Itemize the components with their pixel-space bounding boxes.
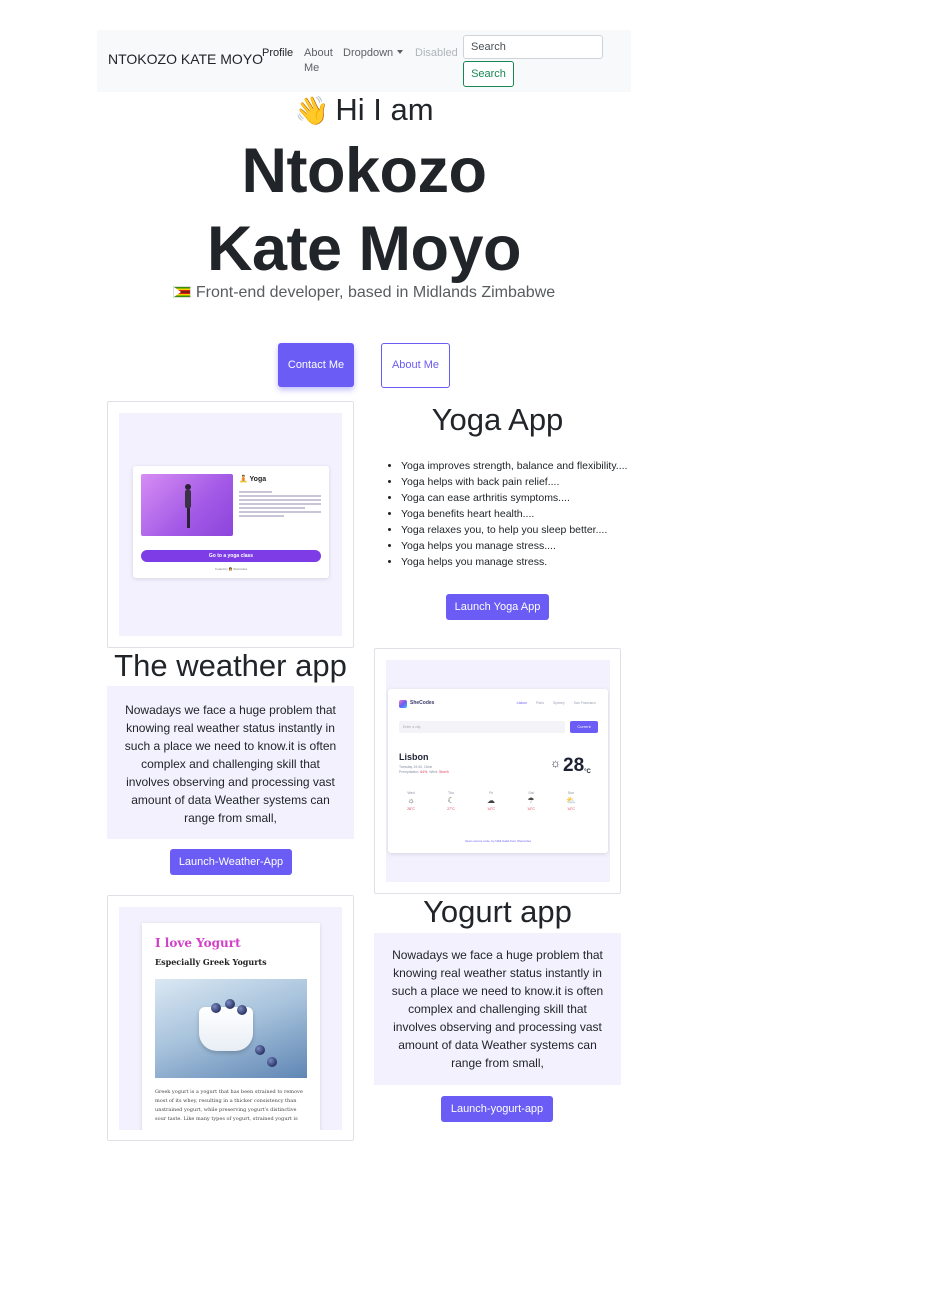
navbar-brand[interactable]: NTOKOZO KATE MOYO bbox=[108, 51, 263, 67]
weather-app-description: Nowadays we face a huge problem that kno… bbox=[107, 686, 354, 839]
forecast-day: Wed ☼ 28°C bbox=[399, 791, 423, 811]
nav-dropdown-label: Dropdown bbox=[343, 47, 394, 59]
navbar: NTOKOZO KATE MOYO Profile About Me Dropd… bbox=[97, 30, 631, 92]
city-link: Lisbon bbox=[516, 701, 527, 705]
weather-app-title: The weather app bbox=[114, 648, 347, 683]
tagline-text: Front-end developer, based in Midlands Z… bbox=[195, 284, 556, 301]
weather-preview-meta: Tuesday 19:40, Clear Precipitation: 64%,… bbox=[399, 765, 449, 775]
blueberry-icon bbox=[237, 1005, 247, 1015]
forecast-icon: ⛅ bbox=[566, 796, 576, 805]
blueberry-icon bbox=[267, 1057, 277, 1067]
forecast-day: Thu ☾ 27°C bbox=[439, 791, 463, 811]
list-item: Yoga improves strength, balance and flex… bbox=[401, 458, 641, 474]
yogurt-preview-text: Greek yogurt is a yogurt that has been s… bbox=[155, 1089, 303, 1122]
shecodes-logo-icon bbox=[399, 700, 407, 708]
zimbabwe-flag-icon bbox=[172, 286, 191, 298]
yoga-benefits-list: Yoga improves strength, balance and flex… bbox=[384, 458, 641, 570]
list-item: Yoga helps with back pain relief.... bbox=[401, 474, 641, 490]
list-item: Yoga can ease arthritis symptoms.... bbox=[401, 490, 641, 506]
yoga-preview-title: 🧘 Yoga bbox=[239, 476, 267, 483]
yoga-preview-text-lines bbox=[239, 491, 321, 519]
greeting-heading: 👋 Hi I am bbox=[0, 92, 728, 128]
tagline: Front-end developer, based in Midlands Z… bbox=[0, 284, 728, 302]
nav-link-profile[interactable]: Profile bbox=[262, 46, 293, 61]
forecast-day: Fri ☁ 14°C bbox=[479, 791, 503, 811]
yoga-preview-cta: Go to a yoga class bbox=[141, 550, 321, 562]
list-item: Yoga helps you manage stress. bbox=[401, 554, 641, 570]
sun-icon: ☼ bbox=[550, 756, 561, 770]
blueberry-icon bbox=[255, 1045, 265, 1055]
yoga-app-title: Yoga App bbox=[431, 402, 564, 437]
greeting-text: Hi I am bbox=[335, 92, 434, 127]
forecast-icon: ☾ bbox=[447, 796, 455, 805]
forecast-icon: ☼ bbox=[407, 796, 415, 805]
launch-yoga-app-button[interactable]: Launch Yoga App bbox=[446, 594, 549, 620]
weather-preview-search: Enter a city bbox=[399, 721, 565, 733]
waving-hand-icon: 👋 bbox=[294, 95, 330, 126]
city-link: San Francisco bbox=[573, 701, 596, 705]
yogurt-preview-title: I love Yogurt bbox=[155, 936, 241, 950]
forecast-day: Sun ⛅ 14°C bbox=[559, 791, 583, 811]
list-item: Yoga benefits heart health.... bbox=[401, 506, 641, 522]
nav-link-about-me[interactable]: About Me bbox=[304, 46, 344, 76]
weather-preview-conditions: Precipitation: 64%, Wind: 5km/h bbox=[399, 770, 449, 774]
forecast-icon: ☁ bbox=[487, 796, 495, 805]
yoga-app-preview-card[interactable]: 🧘 Yoga Go to a yoga class Coded by 👩 She… bbox=[107, 401, 354, 648]
city-link: Sydney bbox=[552, 701, 565, 705]
search-button[interactable]: Search bbox=[463, 61, 514, 87]
list-item: Yoga helps you manage stress.... bbox=[401, 538, 641, 554]
weather-preview-panel: SheCodes Lisbon Paris Sydney San Francis… bbox=[388, 689, 608, 853]
about-me-button[interactable]: About Me bbox=[381, 343, 450, 388]
contact-me-button[interactable]: Contact Me bbox=[278, 343, 354, 387]
yogurt-preview-subtitle: Especially Greek Yogurts bbox=[155, 957, 267, 967]
forecast-icon: ☂ bbox=[527, 796, 535, 805]
nav-dropdown-toggle[interactable]: Dropdown bbox=[343, 46, 404, 61]
weather-preview-current-button: Current bbox=[570, 721, 598, 733]
weather-preview-city: Lisbon bbox=[399, 752, 429, 762]
yoga-preview-panel: 🧘 Yoga Go to a yoga class Coded by 👩 She… bbox=[133, 466, 329, 578]
hero-name: Ntokozo Kate Moyo bbox=[206, 136, 522, 284]
yogurt-app-preview-card[interactable]: I love Yogurt Especially Greek Yogurts G… bbox=[107, 895, 354, 1141]
blueberry-icon bbox=[225, 999, 235, 1009]
yogurt-app-title: Yogurt app bbox=[423, 894, 572, 929]
search-input[interactable] bbox=[463, 35, 603, 59]
weather-app-screenshot: SheCodes Lisbon Paris Sydney San Francis… bbox=[386, 660, 610, 882]
caret-down-icon bbox=[397, 50, 404, 54]
list-item: Yoga relaxes you, to help you sleep bett… bbox=[401, 522, 641, 538]
weather-app-preview-card[interactable]: SheCodes Lisbon Paris Sydney San Francis… bbox=[374, 648, 621, 894]
blueberry-icon bbox=[211, 1003, 221, 1013]
launch-yogurt-app-button[interactable]: Launch-yogurt-app bbox=[441, 1096, 553, 1122]
yogurt-app-screenshot: I love Yogurt Especially Greek Yogurts G… bbox=[119, 907, 342, 1130]
weather-preview-logo: SheCodes bbox=[410, 700, 435, 706]
yoga-preview-footer: Coded by 👩 SheCodes bbox=[214, 567, 248, 571]
yoga-app-screenshot: 🧘 Yoga Go to a yoga class Coded by 👩 She… bbox=[119, 413, 342, 636]
launch-weather-app-button[interactable]: Launch-Weather-App bbox=[170, 849, 292, 875]
weather-preview-temperature: ☼ 28°C bbox=[550, 755, 591, 776]
yogurt-app-description: Nowadays we face a huge problem that kno… bbox=[374, 933, 621, 1085]
city-link: Paris bbox=[535, 701, 544, 705]
yoga-pose-image bbox=[141, 474, 233, 536]
yoga-figure-icon bbox=[183, 484, 193, 530]
forecast-day: Sat ☂ 14°C bbox=[519, 791, 543, 811]
yogurt-preview-panel: I love Yogurt Especially Greek Yogurts G… bbox=[142, 923, 320, 1130]
yogurt-bowl-image bbox=[155, 979, 307, 1078]
weather-preview-footer: Open-source code, by Ndiil Gaba from She… bbox=[464, 839, 532, 843]
nav-link-disabled: Disabled bbox=[415, 47, 458, 59]
weather-preview-city-links: Lisbon Paris Sydney San Francisco bbox=[509, 701, 596, 705]
